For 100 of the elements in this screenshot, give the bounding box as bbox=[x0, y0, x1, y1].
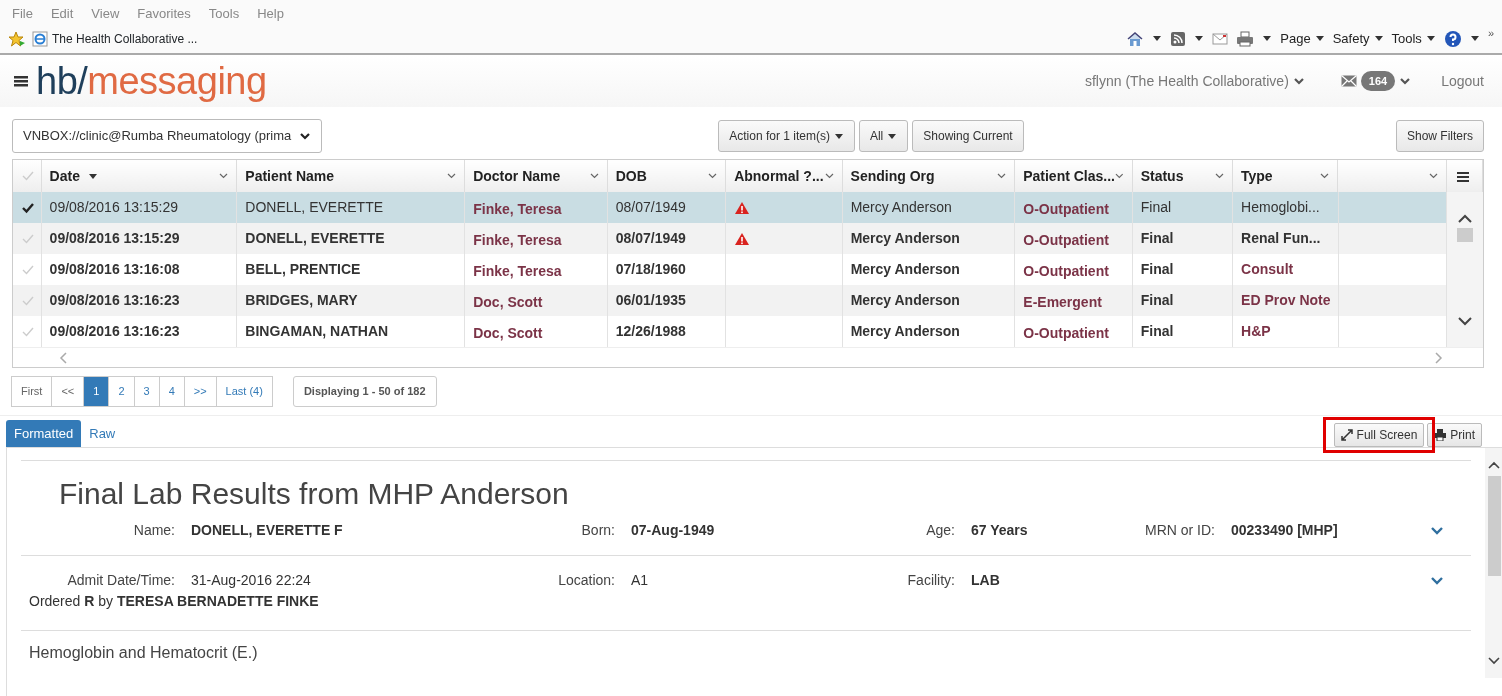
toolbar-button[interactable]: Showing Current bbox=[912, 120, 1024, 152]
menu-icon[interactable] bbox=[14, 74, 28, 88]
table-cell: Final bbox=[1140, 230, 1174, 246]
command-menu[interactable]: Tools bbox=[1391, 28, 1436, 49]
table-cell: Final bbox=[1140, 323, 1174, 339]
table-cell-text: O-Outpatient bbox=[1023, 200, 1109, 219]
caret-icon bbox=[833, 131, 844, 141]
field-value: 31-Aug-2016 22:24 bbox=[191, 571, 312, 590]
field-value: 00233490 [MHP] bbox=[1231, 521, 1339, 540]
table-cell: Consult bbox=[1241, 261, 1294, 277]
caret-icon[interactable] bbox=[1262, 34, 1273, 43]
full-screen-button[interactable]: Full Screen bbox=[1333, 423, 1425, 447]
table-cell: Mercy Anderson bbox=[850, 230, 960, 246]
table-cell: 09/08/2016 13:16:23 bbox=[49, 292, 180, 308]
printer-icon bbox=[1434, 429, 1447, 441]
column-menu-icon[interactable] bbox=[997, 173, 1007, 179]
tab-title[interactable]: The Health Collaborative ... bbox=[52, 29, 198, 48]
menu-item[interactable]: Favorites bbox=[137, 4, 191, 24]
table-cell: 08/07/1949 bbox=[615, 230, 686, 246]
browser-page-icon bbox=[32, 30, 48, 47]
command-menu[interactable]: Page bbox=[1280, 28, 1325, 49]
column-menu-icon[interactable] bbox=[1428, 173, 1438, 179]
menu-item[interactable]: Edit bbox=[50, 4, 74, 24]
caret-icon bbox=[1373, 34, 1384, 43]
table-cell: DONELL, EVERETTE bbox=[245, 230, 385, 246]
caret-icon[interactable] bbox=[1152, 34, 1163, 43]
menu-item[interactable]: Tools bbox=[208, 4, 240, 24]
caret-icon[interactable] bbox=[1194, 34, 1205, 43]
column-menu-icon[interactable] bbox=[1320, 173, 1330, 179]
column-menu-icon[interactable] bbox=[708, 173, 718, 179]
table-cell-text: Doc, Scott bbox=[473, 324, 543, 343]
table-row[interactable]: 09/08/2016 13:15:29 DONELL, EVERETTE Finke, Teresa 08/07/1949 Mercy Anderson O-Outpatient Final Renal Fun... bbox=[13, 223, 1447, 254]
user-menu[interactable]: sflynn (The Health Collaborative) bbox=[1084, 70, 1305, 92]
column-menu-icon[interactable] bbox=[1115, 173, 1124, 179]
field-value: DONELL, EVERETTE F bbox=[191, 521, 344, 540]
page-link[interactable]: First bbox=[11, 376, 53, 407]
favorites-star-icon[interactable] bbox=[8, 30, 26, 47]
table-cell: Hemoglobi... bbox=[1241, 199, 1320, 215]
toolbar-button[interactable]: All bbox=[858, 120, 909, 152]
column-header[interactable]: DOB bbox=[615, 165, 647, 187]
print-button[interactable]: Print bbox=[1427, 423, 1482, 447]
column-menu-icon[interactable] bbox=[219, 173, 229, 179]
table-cell: BELL, PRENTICE bbox=[245, 261, 361, 277]
menu-icon[interactable] bbox=[1456, 170, 1469, 182]
table-cell-text: Finke, Teresa bbox=[473, 231, 562, 250]
table-cell: Mercy Anderson bbox=[850, 199, 952, 215]
table-cell: Renal Fun... bbox=[1241, 230, 1321, 246]
command-menu[interactable]: Safety bbox=[1332, 28, 1384, 49]
page-link[interactable]: Last (4) bbox=[215, 376, 273, 407]
table-cell: 06/01/1935 bbox=[615, 292, 686, 308]
table-cell-text: Finke, Teresa bbox=[473, 200, 562, 219]
chevron-down-icon bbox=[299, 131, 312, 141]
column-menu-icon[interactable] bbox=[1215, 173, 1224, 179]
table-cell: BINGAMAN, NATHAN bbox=[245, 323, 389, 339]
menu-item[interactable]: View bbox=[91, 4, 120, 24]
table-cell: 09/08/2016 13:16:08 bbox=[49, 261, 180, 277]
field-label: Born: bbox=[580, 521, 616, 540]
page-link[interactable]: 4 bbox=[158, 376, 185, 407]
mailbox-dropdown[interactable]: VNBOX://clinic@Rumba Rheumatology (prima bbox=[12, 119, 323, 153]
logout-link[interactable]: Logout bbox=[1441, 70, 1484, 92]
field-value: LAB bbox=[971, 571, 1001, 590]
view-tab[interactable]: Formatted bbox=[6, 419, 82, 447]
toolbar-button[interactable]: Action for 1 item(s) bbox=[718, 120, 855, 152]
envelope-icon bbox=[1340, 75, 1357, 87]
table-cell: 08/07/1949 bbox=[615, 199, 686, 215]
column-menu-icon[interactable] bbox=[824, 173, 834, 179]
page-link[interactable]: << bbox=[51, 376, 85, 407]
table-cell: 07/18/1960 bbox=[615, 261, 686, 277]
printer-icon[interactable] bbox=[1236, 30, 1255, 47]
page-link[interactable]: 3 bbox=[133, 376, 160, 407]
table-row[interactable]: 09/08/2016 13:15:29 DONELL, EVERETTE Finke, Teresa 08/07/1949 Mercy Anderson O-Outpatient Final Hemoglobi... bbox=[13, 192, 1447, 223]
show-filters-button[interactable]: Show Filters bbox=[1395, 120, 1484, 152]
field-value: A1 bbox=[631, 571, 650, 590]
page-link[interactable]: >> bbox=[183, 376, 217, 407]
field-value: 67 Years bbox=[971, 521, 1029, 540]
document-title: Final Lab Results from MHP Anderson bbox=[58, 476, 570, 512]
messages-menu[interactable]: 164 bbox=[1340, 70, 1412, 92]
overflow-chevron[interactable]: » bbox=[1487, 24, 1494, 42]
sort-caret-icon bbox=[87, 171, 98, 181]
feed-icon[interactable] bbox=[1170, 30, 1187, 47]
table-row[interactable]: 09/08/2016 13:16:23 BRIDGES, MARY Doc, Scott 06/01/1935 Mercy Anderson E-Emergent Final ED Prov Note bbox=[13, 285, 1447, 316]
mail-icon[interactable] bbox=[1212, 32, 1229, 45]
table-cell-text: Finke, Teresa bbox=[473, 262, 562, 281]
chevron-down-icon bbox=[1292, 76, 1305, 86]
caret-icon[interactable] bbox=[1469, 34, 1480, 43]
column-menu-icon[interactable] bbox=[589, 173, 599, 179]
column-menu-icon[interactable] bbox=[447, 173, 457, 179]
help-icon[interactable] bbox=[1443, 29, 1462, 48]
table-cell: 12/26/1988 bbox=[615, 323, 686, 339]
message-count-badge: 164 bbox=[1360, 70, 1396, 92]
expand-chevron-icon[interactable] bbox=[1431, 576, 1443, 585]
page-link[interactable]: 2 bbox=[108, 376, 135, 407]
expand-chevron-icon[interactable] bbox=[1431, 526, 1443, 535]
home-icon[interactable] bbox=[1126, 30, 1145, 47]
column-header[interactable]: Date bbox=[49, 165, 98, 187]
table-cell: 09/08/2016 13:16:23 bbox=[49, 323, 180, 339]
select-all-checkbox[interactable] bbox=[21, 169, 35, 183]
view-tab[interactable]: Raw bbox=[81, 419, 124, 447]
page-link[interactable]: 1 bbox=[83, 376, 110, 407]
table-row[interactable]: 09/08/2016 13:16:23 BINGAMAN, NATHAN Doc, Scott 12/26/1988 Mercy Anderson O-Outpatient Final H&P bbox=[13, 316, 1447, 347]
